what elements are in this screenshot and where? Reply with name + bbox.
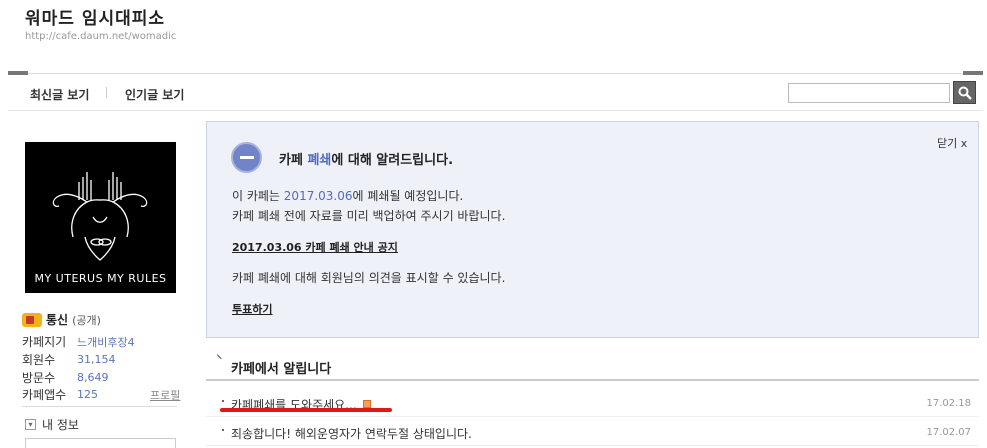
notice-opinion-line: 카페 폐쇄에 대해 회원님의 의견을 표시할 수 있습니다. xyxy=(232,271,506,285)
grade-type: (공개) xyxy=(72,313,101,327)
grade-name: 통신 xyxy=(46,313,69,327)
board-head-mark xyxy=(216,350,226,360)
cafe-grade: 통신 (공개) xyxy=(22,311,101,328)
info-label-manager: 카페지기 xyxy=(22,335,67,349)
nav-accent-right xyxy=(963,71,983,75)
info-label-visits: 방문수 xyxy=(22,371,56,385)
my-info-toggle[interactable]: ▾ 내 정보 xyxy=(25,416,79,433)
bullet-icon xyxy=(222,429,224,431)
notice-backup-line: 카페 폐쇄 전에 자료를 미리 백업하여 주시기 바랍니다. xyxy=(232,209,506,223)
sidebar-divider xyxy=(22,406,177,407)
info-value-app[interactable]: 125 xyxy=(77,388,98,401)
cafe-profile-image[interactable]: MY UTERUS MY RULES xyxy=(25,142,176,293)
nav-accent-left xyxy=(8,71,28,75)
info-value-manager[interactable]: 느개비후장4 xyxy=(77,334,135,350)
info-label-app: 카페앱수 xyxy=(22,388,67,402)
post-date: 17.02.18 xyxy=(926,398,971,409)
notice-heading: 카페 폐쇄에 대해 알려드립니다. xyxy=(279,153,454,168)
post-row[interactable]: 죄송합니다! 해외운영자가 연락두절 상태입니다. 17.02.07 xyxy=(206,418,979,446)
post-row[interactable]: 카페폐쇄를 도와주세요... 17.02.18 xyxy=(206,389,979,417)
tab-popular-posts[interactable]: 인기글 보기 xyxy=(125,86,184,103)
profile-link[interactable]: 프로필 xyxy=(150,387,180,403)
nav-bottom-border xyxy=(8,110,983,111)
search-icon xyxy=(958,86,972,100)
board-title[interactable]: 카페에서 알립니다 xyxy=(231,358,331,377)
uterus-illustration xyxy=(52,172,148,261)
my-info-label: 내 정보 xyxy=(42,418,79,432)
vote-link[interactable]: 투표하기 xyxy=(232,301,272,317)
profile-caption: MY UTERUS MY RULES xyxy=(34,272,167,285)
red-underline-annotation xyxy=(220,408,392,412)
my-info-panel xyxy=(25,438,176,448)
search-input[interactable] xyxy=(788,83,950,103)
cafe-url[interactable]: http://cafe.daum.net/womadic xyxy=(25,31,176,42)
board-divider xyxy=(206,379,979,381)
info-value-members[interactable]: 31,154 xyxy=(77,353,116,366)
minus-circle-icon xyxy=(231,142,262,173)
search-button[interactable] xyxy=(953,81,976,104)
chevron-down-icon[interactable]: ▾ xyxy=(25,419,36,430)
post-date: 17.02.07 xyxy=(926,427,971,438)
closure-notice-link[interactable]: 2017.03.06 카페 폐쇄 안내 공지 xyxy=(232,239,398,255)
nav-top-border xyxy=(8,73,983,74)
new-post-icon xyxy=(362,400,371,408)
megaphone-icon xyxy=(22,312,42,327)
info-label-members: 회원수 xyxy=(22,353,56,367)
bullet-icon xyxy=(222,400,224,402)
info-value-visits: 8,649 xyxy=(77,371,109,384)
cafe-title[interactable]: 워마드 임시대피소 xyxy=(25,4,165,29)
close-notice-button[interactable]: 닫기 x xyxy=(937,135,967,151)
notice-closure-date-line: 이 카페는 2017.03.06에 폐쇄될 예정입니다. xyxy=(232,189,464,203)
tab-latest-posts[interactable]: 최신글 보기 xyxy=(30,86,89,103)
nav-separator xyxy=(106,87,107,98)
post-title-link[interactable]: 죄송합니다! 해외운영자가 연락두절 상태입니다. xyxy=(231,425,472,442)
